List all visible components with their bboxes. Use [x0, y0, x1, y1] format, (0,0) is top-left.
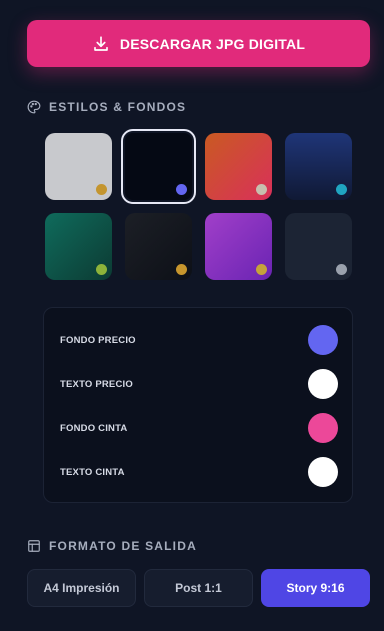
color-label: FONDO PRECIO	[60, 334, 136, 346]
swatch-light-gray[interactable]	[45, 133, 112, 200]
swatch-charcoal[interactable]	[125, 213, 192, 280]
swatch-emerald[interactable]	[45, 213, 112, 280]
color-picker-texto-cinta[interactable]	[308, 457, 338, 487]
color-label: TEXTO CINTA	[60, 466, 125, 478]
color-picker-fondo-precio[interactable]	[308, 325, 338, 355]
format-post-button[interactable]: Post 1:1	[144, 569, 253, 607]
design-panel: DESCARGAR JPG DIGITAL ESTILOS & FONDOS F…	[0, 0, 384, 631]
format-a4-button[interactable]: A4 Impresión	[27, 569, 136, 607]
color-picker-fondo-cinta[interactable]	[308, 413, 338, 443]
download-jpg-button[interactable]: DESCARGAR JPG DIGITAL	[27, 20, 370, 67]
format-label: Post 1:1	[175, 581, 222, 595]
swatch-accent-dot	[256, 264, 267, 275]
swatch-accent-dot	[96, 184, 107, 195]
download-icon	[92, 35, 110, 53]
color-label: TEXTO PRECIO	[60, 378, 133, 390]
color-row-fondo-cinta: FONDO CINTA	[60, 412, 338, 444]
format-label: A4 Impresión	[43, 581, 120, 595]
color-row-texto-cinta: TEXTO CINTA	[60, 456, 338, 488]
palette-icon	[27, 100, 41, 114]
swatch-navy[interactable]	[285, 133, 352, 200]
layout-icon	[27, 539, 41, 553]
swatch-sunset[interactable]	[205, 133, 272, 200]
format-story-button[interactable]: Story 9:16	[261, 569, 370, 607]
swatch-violet[interactable]	[205, 213, 272, 280]
swatch-accent-dot	[176, 184, 187, 195]
color-settings-card: FONDO PRECIO TEXTO PRECIO FONDO CINTA TE…	[43, 307, 353, 503]
color-label: FONDO CINTA	[60, 422, 128, 434]
swatch-accent-dot	[256, 184, 267, 195]
styles-section-title: ESTILOS & FONDOS	[27, 100, 186, 114]
color-row-fondo-precio: FONDO PRECIO	[60, 324, 338, 356]
swatch-accent-dot	[336, 184, 347, 195]
format-label: Story 9:16	[286, 581, 345, 595]
swatch-accent-dot	[176, 264, 187, 275]
swatch-accent-dot	[336, 264, 347, 275]
output-section-title: FORMATO DE SALIDA	[27, 539, 197, 553]
download-button-label: DESCARGAR JPG DIGITAL	[119, 35, 306, 52]
styles-title-text: ESTILOS & FONDOS	[49, 100, 187, 114]
color-picker-texto-precio[interactable]	[308, 369, 338, 399]
output-title-text: FORMATO DE SALIDA	[49, 539, 197, 553]
swatch-accent-dot	[96, 264, 107, 275]
swatch-midnight[interactable]	[121, 129, 196, 204]
color-row-texto-precio: TEXTO PRECIO	[60, 368, 338, 400]
swatch-slate[interactable]	[285, 213, 352, 280]
